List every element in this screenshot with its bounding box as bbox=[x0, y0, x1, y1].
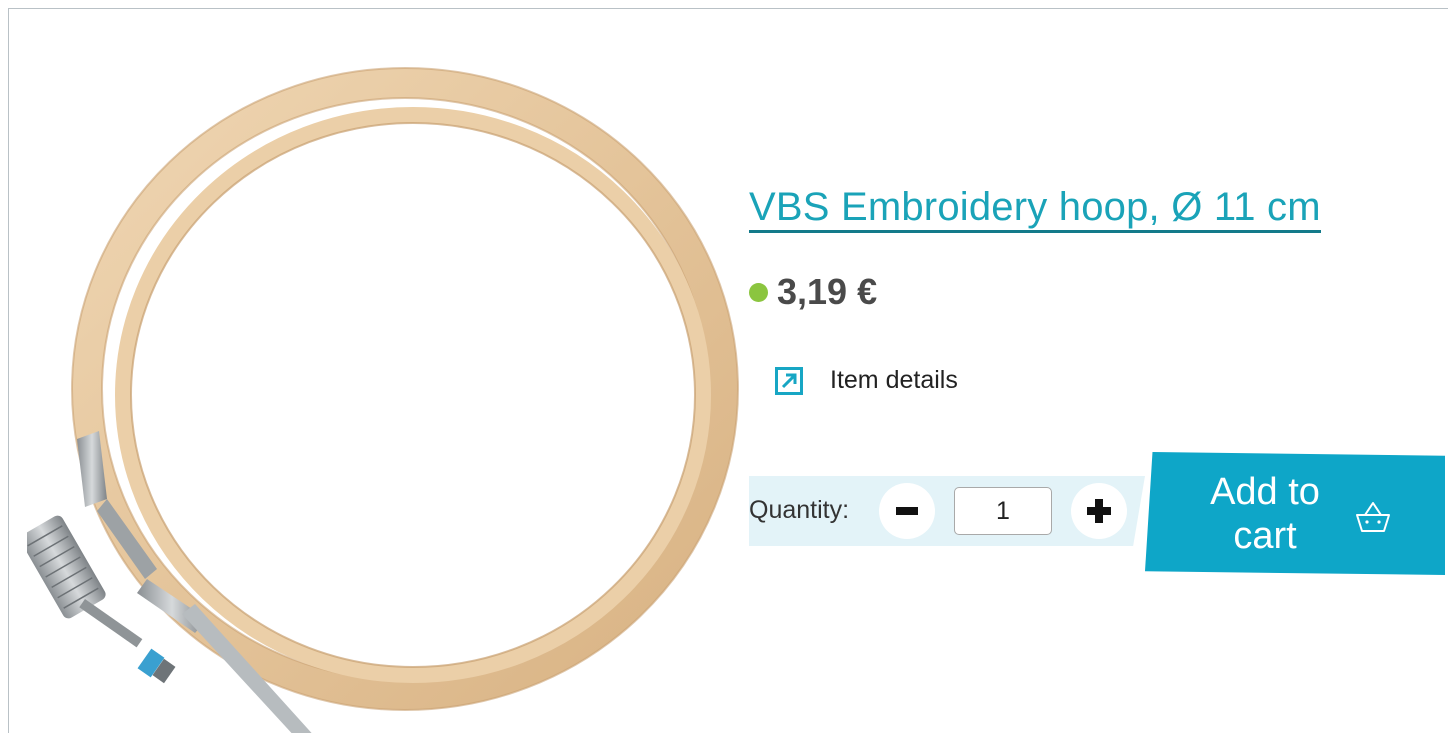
minus-icon bbox=[896, 507, 918, 515]
product-card: VBS Embroidery hoop, Ø 11 cm 3,19 € Item… bbox=[8, 8, 1448, 733]
item-details-label: Item details bbox=[830, 366, 958, 394]
quantity-label: Quantity: bbox=[749, 496, 850, 524]
quantity-input[interactable] bbox=[954, 487, 1052, 535]
add-to-cart-label: Add to cart bbox=[1210, 471, 1320, 557]
price-row: 3,19 € bbox=[749, 271, 877, 313]
add-to-cart-button[interactable]: Add to cart bbox=[1145, 452, 1445, 575]
basket-icon bbox=[1356, 502, 1390, 532]
product-image[interactable] bbox=[27, 59, 747, 733]
product-title-link[interactable]: VBS Embroidery hoop, Ø 11 cm bbox=[749, 184, 1321, 233]
external-link-arrow-icon bbox=[775, 366, 803, 395]
product-price: 3,19 € bbox=[777, 271, 878, 312]
quantity-increase-button[interactable] bbox=[1071, 483, 1127, 539]
plus-icon bbox=[1087, 499, 1111, 523]
quantity-decrease-button[interactable] bbox=[879, 483, 935, 539]
item-details-link[interactable]: Item details bbox=[775, 366, 958, 395]
stock-status-dot bbox=[749, 282, 768, 302]
